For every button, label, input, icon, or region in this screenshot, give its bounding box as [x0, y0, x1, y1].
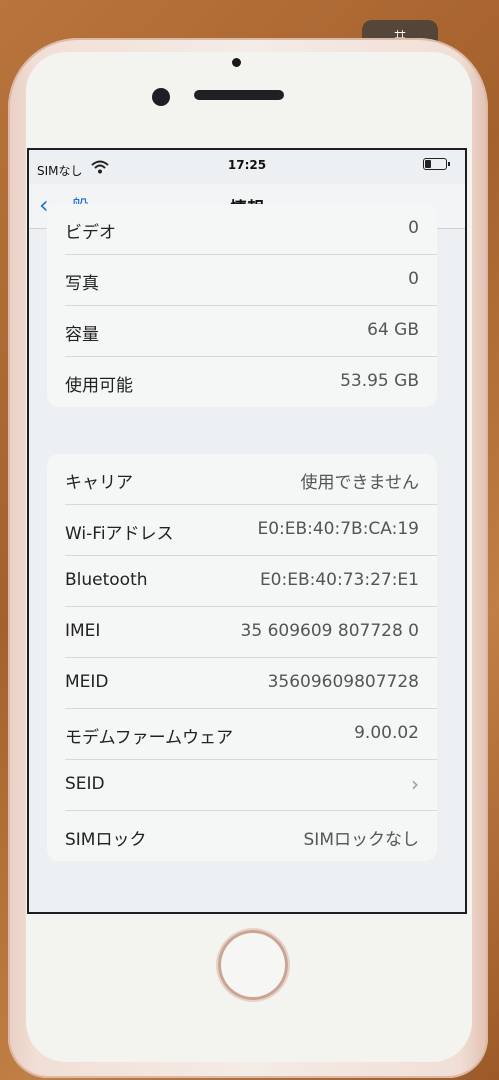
list-item: MEID 35609609807728	[65, 658, 437, 709]
list-item: 容量 64 GB	[65, 306, 437, 357]
earpiece-speaker	[194, 90, 284, 100]
list-item: IMEI 35 609609 807728 0	[65, 607, 437, 658]
list-item: キャリア 使用できません	[65, 454, 437, 505]
home-button[interactable]	[218, 930, 288, 1000]
list-item: Bluetooth E0:EB:40:73:27:E1	[65, 556, 437, 607]
front-camera	[152, 88, 170, 106]
seid-row[interactable]: SEID ›	[65, 760, 437, 811]
list-item: モデムファームウェア 9.00.02	[65, 709, 437, 760]
battery-icon	[423, 158, 450, 170]
proximity-sensor	[232, 58, 241, 67]
status-time: 17:25	[227, 158, 267, 172]
list-item: SIMロック SIMロックなし	[65, 830, 419, 850]
status-bar: SIMなし 17:25	[29, 150, 465, 184]
storage-group: ビデオ 0 写真 0 容量 64 GB 使用可能 53.95 GB	[47, 204, 437, 407]
list-item: ビデオ 0	[65, 204, 437, 255]
chevron-right-icon: ›	[411, 772, 419, 796]
list-item: 写真 0	[65, 255, 437, 306]
screen: SIMなし 17:25 ‹ 一般 情報 ビデオ 0 写真 0	[27, 148, 467, 914]
list-item: 使用可能 53.95 GB	[65, 371, 419, 396]
list-item: Wi-Fiアドレス E0:EB:40:7B:CA:19	[65, 505, 437, 556]
network-group: キャリア 使用できません Wi-Fiアドレス E0:EB:40:7B:CA:19…	[47, 454, 437, 861]
